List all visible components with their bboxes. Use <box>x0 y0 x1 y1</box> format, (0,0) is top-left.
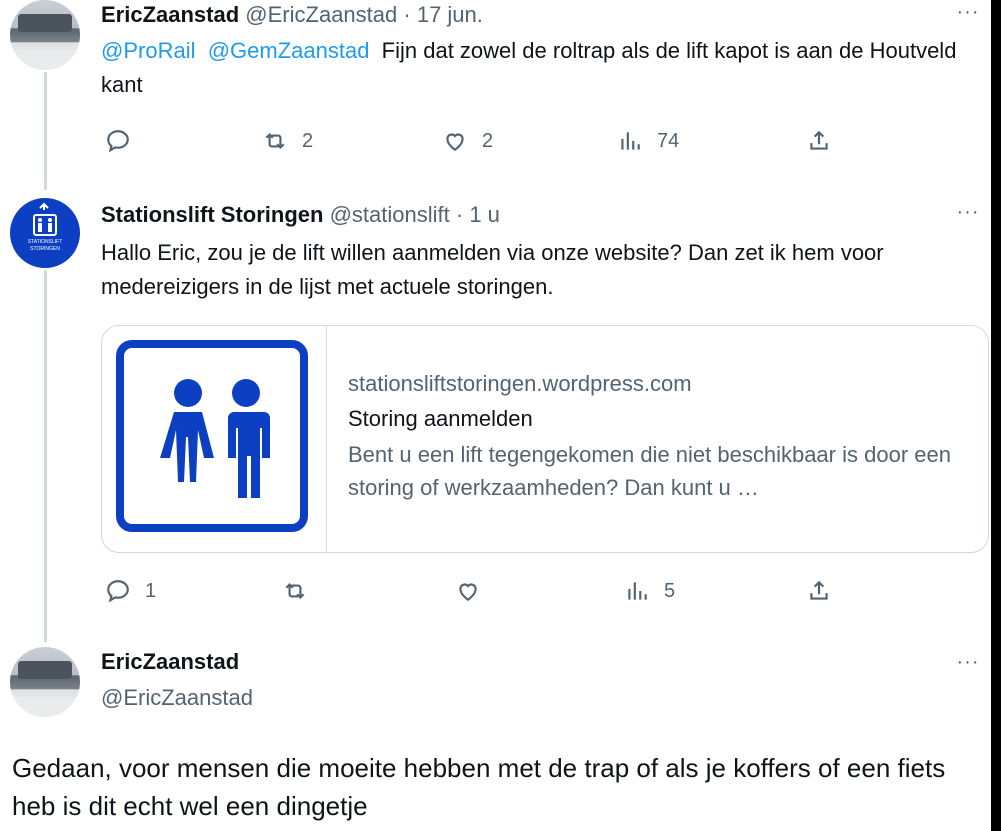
card-text: stationsliftstoringen.wordpress.com Stor… <box>348 368 968 504</box>
avatar-stationslift[interactable]: STATIONSLIFT STORINGEN <box>10 198 80 268</box>
tweet-header: EricZaanstad @EricZaanstad · 17 jun. <box>101 2 483 28</box>
window-edge <box>991 0 1001 831</box>
tweet-time[interactable]: 1 u <box>469 202 500 227</box>
retweet-button[interactable]: 2 <box>262 128 313 154</box>
author-handle[interactable]: @EricZaanstad <box>245 2 397 27</box>
share-button[interactable] <box>806 578 832 604</box>
tweet-text: @ProRail @GemZaanstad Fijn dat zowel de … <box>101 34 981 102</box>
separator: · <box>455 202 464 227</box>
reply-button[interactable]: 1 <box>105 578 156 604</box>
author-name[interactable]: EricZaanstad <box>101 649 239 675</box>
reply-icon <box>107 580 129 603</box>
avatar-photo-ground <box>10 697 80 717</box>
retweet-icon <box>285 582 305 600</box>
views-count: 5 <box>664 579 676 602</box>
link-card[interactable]: stationsliftstoringen.wordpress.com Stor… <box>101 325 989 553</box>
tweet-text: Hallo Eric, zou je de lift willen aanmel… <box>101 240 884 299</box>
like-count: 2 <box>482 129 494 152</box>
like-button[interactable]: 2 <box>442 128 493 154</box>
share-icon <box>810 580 828 600</box>
author-name[interactable]: EricZaanstad <box>101 2 239 27</box>
author-name[interactable]: Stationslift Storingen <box>101 202 323 227</box>
tweet-time[interactable]: 17 jun. <box>417 2 483 27</box>
views-icon <box>628 582 647 600</box>
avatar-ericzaanstad[interactable] <box>10 0 80 70</box>
card-domain: stationsliftstoringen.wordpress.com <box>348 371 692 396</box>
thread-line <box>44 72 47 190</box>
share-button[interactable] <box>806 128 832 154</box>
separator: · <box>403 2 411 27</box>
author-handle[interactable]: @stationslift <box>330 202 450 227</box>
thread-line <box>44 270 47 642</box>
more-icon[interactable]: ··· <box>953 202 983 226</box>
mention-link[interactable]: @GemZaanstad <box>208 38 370 63</box>
people-icon <box>160 379 270 498</box>
retweet-count: 2 <box>302 129 314 152</box>
avatar-photo-building <box>18 661 72 679</box>
reply-button[interactable] <box>105 128 145 154</box>
avatar-logo-text: STORINGEN <box>30 246 60 252</box>
tweet-text: Gedaan, voor mensen die moeite hebben me… <box>12 753 946 821</box>
mention-link[interactable]: @ProRail <box>101 38 195 63</box>
like-button[interactable] <box>455 578 495 604</box>
views-button[interactable]: 5 <box>624 578 675 604</box>
views-icon <box>621 132 640 150</box>
card-title: Storing aanmelden <box>348 406 533 431</box>
views-button[interactable]: 74 <box>617 128 679 154</box>
author-handle[interactable]: @EricZaanstad <box>101 685 253 711</box>
views-count: 74 <box>657 129 680 152</box>
more-icon[interactable]: ··· <box>953 2 983 26</box>
more-icon[interactable]: ··· <box>953 652 983 676</box>
avatar-ericzaanstad[interactable] <box>10 647 80 717</box>
reply-icon <box>107 130 129 153</box>
retweet-icon <box>265 132 285 150</box>
like-icon <box>459 583 477 601</box>
elevator-logo-icon: STATIONSLIFT STORINGEN <box>28 202 63 252</box>
avatar-photo-building <box>18 14 72 32</box>
retweet-button[interactable] <box>282 578 322 604</box>
share-icon <box>810 130 828 150</box>
reply-count: 1 <box>145 579 157 602</box>
card-image <box>102 326 327 552</box>
avatar-logo-text: STATIONSLIFT <box>28 239 63 245</box>
tweet-header: Stationslift Storingen @stationslift · 1… <box>101 202 500 228</box>
like-icon <box>446 133 464 151</box>
elevator-sign-frame <box>116 340 308 532</box>
card-description: Bent u een lift tegengekomen die niet be… <box>348 442 951 500</box>
avatar-photo-ground <box>10 50 80 70</box>
